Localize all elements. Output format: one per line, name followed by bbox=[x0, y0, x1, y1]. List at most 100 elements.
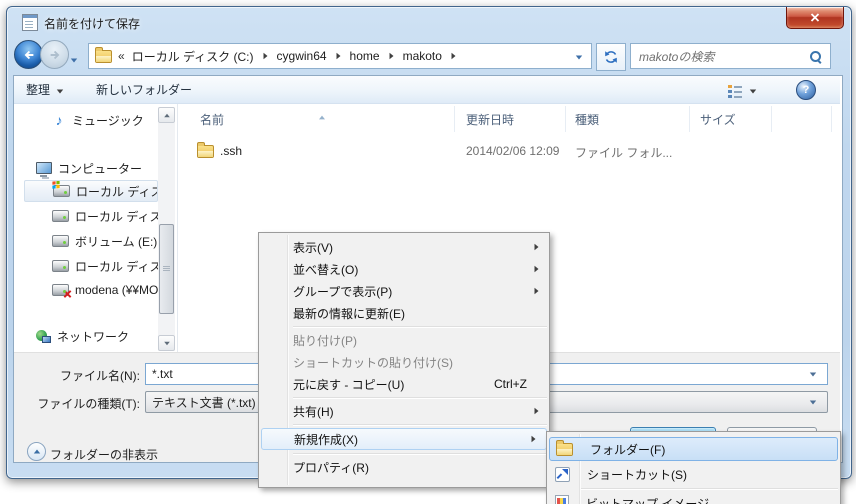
organize-button[interactable]: 整理 bbox=[20, 80, 70, 99]
filetype-label: ファイルの種類(T): bbox=[12, 395, 140, 412]
file-modified: 2014/02/06 12:09 bbox=[466, 144, 559, 158]
refresh-button[interactable] bbox=[596, 43, 626, 71]
recent-pages-dropdown-icon[interactable] bbox=[70, 52, 78, 66]
chevron-down-icon[interactable] bbox=[810, 400, 816, 404]
breadcrumb-item-0[interactable]: ローカル ディスク (C:) bbox=[129, 48, 257, 65]
back-arrow-icon bbox=[22, 48, 36, 62]
chevron-down-icon bbox=[576, 56, 582, 60]
chevron-down-icon[interactable] bbox=[810, 372, 816, 376]
menu-item-label: 貼り付け(P) bbox=[293, 332, 357, 349]
menu-item-paste-shortcut[interactable]: ショートカットの貼り付け(S) bbox=[259, 351, 549, 373]
screen: 名前を付けて保存 «ローカル ディスク (C:)cygwin64homemako… bbox=[0, 0, 856, 504]
menu-item-label: 表示(V) bbox=[293, 239, 333, 256]
menu-item-view[interactable]: 表示(V) bbox=[259, 236, 549, 258]
address-dropdown-icon[interactable] bbox=[575, 49, 583, 63]
column-header-label: 名前 bbox=[200, 111, 224, 128]
offline-x-icon bbox=[63, 289, 72, 298]
sidebar-item-volume-e[interactable]: ボリューム (E:) bbox=[16, 230, 158, 252]
submenu-arrow-icon bbox=[534, 284, 539, 298]
submenu-arrow-icon bbox=[534, 240, 539, 254]
sidebar-item-music[interactable]: ♪ミュージック bbox=[16, 109, 158, 131]
column-header-1[interactable]: 更新日時 bbox=[455, 106, 566, 132]
sidebar-item-local-disk-2[interactable]: ローカル ディス bbox=[16, 205, 158, 227]
scrollbar-thumb[interactable] bbox=[159, 224, 174, 314]
filename-label: ファイル名(N): bbox=[18, 367, 140, 384]
menu-item-sort-by[interactable]: 並べ替え(O) bbox=[259, 258, 549, 280]
filetype-value: テキスト文書 (*.txt) bbox=[152, 394, 256, 411]
menu-item-share[interactable]: 共有(H) bbox=[259, 400, 549, 422]
submenu-item-label: ビットマップ イメージ bbox=[586, 495, 709, 504]
scrollbar-down-button[interactable] bbox=[158, 335, 175, 351]
submenu-item-folder[interactable]: フォルダー(F) bbox=[549, 437, 838, 461]
new-folder-button[interactable]: 新しいフォルダー bbox=[90, 80, 198, 99]
new-folder-label: 新しいフォルダー bbox=[96, 81, 192, 98]
pane-divider bbox=[177, 104, 178, 352]
menu-item-paste[interactable]: 貼り付け(P) bbox=[259, 329, 549, 351]
hide-folders-label: フォルダーの非表示 bbox=[50, 446, 158, 463]
column-header-3[interactable]: サイズ bbox=[690, 106, 772, 132]
column-header-blank[interactable] bbox=[772, 106, 832, 132]
sidebar-item-local-disk-c[interactable]: ローカル ディス bbox=[24, 180, 158, 202]
close-button[interactable] bbox=[786, 7, 844, 29]
forward-button[interactable] bbox=[40, 40, 69, 69]
submenu-arrow-icon bbox=[534, 404, 539, 418]
help-button[interactable]: ? bbox=[796, 80, 816, 100]
submenu-item-shortcut[interactable]: ショートカット(S) bbox=[547, 462, 840, 486]
menu-item-refresh[interactable]: 最新の情報に更新(E) bbox=[259, 302, 549, 324]
submenu-item-label: ショートカット(S) bbox=[587, 466, 687, 483]
menu-item-label: ショートカットの貼り付け(S) bbox=[293, 354, 453, 371]
breadcrumb-item-2[interactable]: home bbox=[347, 49, 383, 63]
menu-item-new[interactable]: 新規作成(X) bbox=[261, 428, 547, 450]
breadcrumb-chevron-icon[interactable] bbox=[389, 53, 393, 59]
breadcrumb-chevron-icon[interactable] bbox=[451, 53, 455, 59]
sidebar-item-local-disk-3[interactable]: ローカル ディス bbox=[16, 255, 158, 277]
breadcrumb-chevron-icon[interactable] bbox=[336, 53, 340, 59]
file-name: .ssh bbox=[220, 144, 242, 158]
menu-item-label: 元に戻す - コピー(U) bbox=[293, 376, 404, 393]
sidebar-item-label: modena (¥¥MO bbox=[75, 283, 158, 297]
search-icon bbox=[809, 50, 822, 63]
sidebar-item-computer[interactable]: コンピューター bbox=[16, 157, 158, 179]
submenu-item-bitmap-image[interactable]: ビットマップ イメージ bbox=[547, 491, 840, 504]
column-header-2[interactable]: 種類 bbox=[566, 106, 690, 132]
menu-item-properties[interactable]: プロパティ(R) bbox=[259, 456, 549, 478]
sidebar-item-label: ネットワーク bbox=[57, 328, 129, 345]
shortcut-icon bbox=[555, 467, 570, 482]
file-row-ssh[interactable]: .ssh 2014/02/06 12:09 ファイル フォル... bbox=[180, 140, 770, 163]
navigation-pane: ♪ミュージックコンピューターローカル ディスローカル ディスボリューム (E:)… bbox=[16, 104, 158, 352]
filename-value: *.txt bbox=[152, 367, 173, 381]
notepad-icon bbox=[22, 14, 38, 31]
views-icon bbox=[727, 83, 743, 97]
chevron-down-icon bbox=[749, 83, 757, 97]
system-drive-icon bbox=[53, 185, 70, 197]
folder-icon bbox=[95, 50, 112, 63]
sidebar-item-network[interactable]: ネットワーク bbox=[16, 325, 158, 347]
sidebar-item-label: コンピューター bbox=[58, 160, 142, 177]
menu-item-undo-copy[interactable]: 元に戻す - コピー(U)Ctrl+Z bbox=[259, 373, 549, 395]
hide-folders-button[interactable] bbox=[27, 442, 46, 461]
breadcrumb-item-3[interactable]: makoto bbox=[400, 49, 445, 63]
drive-icon bbox=[52, 260, 69, 272]
scrollbar-up-button[interactable] bbox=[158, 107, 175, 123]
breadcrumb-prefix: « bbox=[118, 49, 125, 63]
submenu-item-label: フォルダー(F) bbox=[590, 441, 665, 458]
sidebar-item-label: ミュージック bbox=[72, 112, 144, 129]
search-input[interactable]: makotoの検索 bbox=[630, 43, 831, 69]
breadcrumb[interactable]: « ローカル ディスク (C:) cygwin64 home makoto bbox=[88, 43, 592, 69]
menu-item-group-by[interactable]: グループで表示(P) bbox=[259, 280, 549, 302]
breadcrumb-chevron-icon[interactable] bbox=[263, 53, 267, 59]
sidebar-item-modena[interactable]: modena (¥¥MO bbox=[16, 279, 158, 301]
windows-flag-icon bbox=[52, 181, 55, 185]
forward-arrow-icon bbox=[48, 48, 62, 62]
breadcrumb-item-1[interactable]: cygwin64 bbox=[274, 49, 330, 63]
context-menu: 表示(V) 並べ替え(O) グループで表示(P) 最新の情報に更新(E) 貼り付け(P)… bbox=[258, 232, 550, 488]
change-view-button[interactable] bbox=[727, 81, 763, 99]
back-button[interactable] bbox=[14, 40, 43, 69]
menu-item-label: グループで表示(P) bbox=[293, 283, 392, 300]
menu-separator bbox=[259, 422, 549, 427]
search-placeholder: makotoの検索 bbox=[639, 48, 714, 65]
sidebar-item-label: ローカル ディス bbox=[75, 258, 158, 275]
column-header-label: 更新日時 bbox=[466, 111, 514, 128]
menu-item-label: 共有(H) bbox=[293, 403, 334, 420]
new-submenu: フォルダー(F) ショートカット(S) ビットマップ イメージ bbox=[546, 431, 841, 504]
